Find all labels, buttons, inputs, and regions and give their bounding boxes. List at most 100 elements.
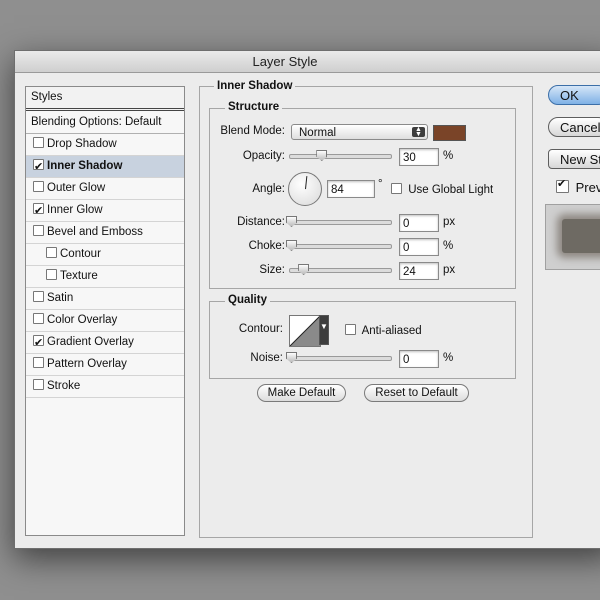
- style-item-gradient-overlay[interactable]: Gradient Overlay: [26, 332, 184, 354]
- style-item-stroke[interactable]: Stroke: [26, 376, 184, 398]
- size-slider-thumb[interactable]: [298, 264, 310, 275]
- style-item-checkbox[interactable]: [33, 332, 44, 353]
- anti-aliased-checkbox[interactable]: Anti-aliased: [345, 324, 422, 337]
- style-item-label: Drop Shadow: [47, 138, 117, 150]
- blend-mode-value: Normal: [299, 127, 337, 139]
- cancel-button[interactable]: Cancel: [548, 117, 600, 137]
- distance-slider[interactable]: [286, 216, 392, 227]
- blend-mode-select[interactable]: Normal ▲ ▼: [291, 124, 428, 140]
- distance-label: Distance:: [237, 216, 285, 228]
- structure-group: Structure Blend Mode: Normal ▲ ▼ Opacity:…: [209, 101, 516, 289]
- style-item-checkbox[interactable]: [46, 269, 57, 280]
- style-item-pattern-overlay[interactable]: Pattern Overlay: [26, 354, 184, 376]
- noise-unit: %: [443, 352, 454, 364]
- make-default-button[interactable]: Make Default: [257, 384, 346, 402]
- blending-options-item[interactable]: Blending Options: Default: [26, 111, 184, 134]
- style-item-label: Texture: [60, 270, 98, 282]
- angle-input[interactable]: 84: [327, 180, 375, 198]
- angle-label: Angle:: [252, 183, 285, 195]
- style-item-checkbox[interactable]: [33, 225, 44, 236]
- style-item-label: Bevel and Emboss: [47, 226, 143, 238]
- style-item-inner-shadow[interactable]: Inner Shadow: [26, 156, 184, 178]
- preview-swatch: [562, 219, 600, 253]
- distance-input[interactable]: 0: [399, 214, 439, 232]
- panel-title: Inner Shadow: [214, 80, 296, 92]
- preview-checkbox[interactable]: Preview: [556, 177, 600, 195]
- use-global-light-label: Use Global Light: [408, 184, 494, 196]
- choke-slider[interactable]: [286, 240, 392, 251]
- contour-label: Contour:: [238, 323, 283, 335]
- ok-button[interactable]: OK: [548, 85, 600, 105]
- choke-label: Choke:: [248, 240, 285, 252]
- title-bar[interactable]: Layer Style: [15, 51, 600, 73]
- style-item-checkbox[interactable]: [33, 379, 44, 390]
- style-item-drop-shadow[interactable]: Drop Shadow: [26, 134, 184, 156]
- shadow-color-swatch[interactable]: [433, 125, 466, 141]
- style-item-checkbox[interactable]: [33, 357, 44, 368]
- blend-mode-label: Blend Mode:: [220, 125, 285, 137]
- style-item-texture[interactable]: Texture: [26, 266, 184, 288]
- size-input[interactable]: 24: [399, 262, 439, 280]
- style-item-inner-glow[interactable]: Inner Glow: [26, 200, 184, 222]
- style-item-label: Outer Glow: [47, 182, 106, 194]
- size-unit: px: [443, 264, 456, 276]
- angle-dial-hand: [305, 176, 308, 190]
- style-item-checkbox[interactable]: [33, 137, 44, 148]
- style-item-label: Satin: [47, 292, 74, 304]
- opacity-slider[interactable]: [289, 150, 392, 161]
- style-item-color-overlay[interactable]: Color Overlay: [26, 310, 184, 332]
- window-title: Layer Style: [252, 54, 318, 69]
- style-item-label: Inner Shadow: [47, 160, 123, 172]
- style-item-bevel-and-emboss[interactable]: Bevel and Emboss: [26, 222, 184, 244]
- styles-list: Styles Blending Options: Default Drop Sh…: [25, 86, 185, 536]
- noise-slider-thumb[interactable]: [286, 352, 297, 363]
- size-label: Size:: [259, 264, 285, 276]
- style-item-label: Gradient Overlay: [47, 336, 134, 348]
- style-item-label: Pattern Overlay: [47, 358, 127, 370]
- style-item-satin[interactable]: Satin: [26, 288, 184, 310]
- noise-slider[interactable]: [286, 352, 392, 363]
- opacity-unit: %: [443, 150, 454, 162]
- angle-unit: °: [378, 178, 383, 190]
- style-item-label: Contour: [60, 248, 101, 260]
- opacity-slider-thumb[interactable]: [316, 150, 328, 161]
- select-arrows-icon: ▲ ▼: [412, 126, 425, 138]
- style-item-checkbox[interactable]: [33, 313, 44, 324]
- style-item-checkbox[interactable]: [33, 181, 44, 192]
- contour-curve-icon: [290, 316, 320, 346]
- size-slider[interactable]: [289, 264, 392, 275]
- use-global-light-box[interactable]: [391, 183, 402, 194]
- quality-title: Quality: [225, 294, 270, 306]
- style-item-outer-glow[interactable]: Outer Glow: [26, 178, 184, 200]
- styles-header[interactable]: Styles: [26, 87, 184, 111]
- noise-label: Noise:: [250, 352, 283, 364]
- angle-dial[interactable]: [288, 172, 322, 206]
- style-item-checkbox[interactable]: [33, 291, 44, 302]
- style-item-checkbox[interactable]: [46, 247, 57, 258]
- anti-aliased-box[interactable]: [345, 324, 356, 335]
- choke-unit: %: [443, 240, 454, 252]
- preview-box[interactable]: [556, 177, 569, 193]
- opacity-input[interactable]: 30: [399, 148, 439, 166]
- contour-picker[interactable]: [289, 315, 321, 347]
- opacity-label: Opacity:: [242, 150, 285, 162]
- noise-input[interactable]: 0: [399, 350, 439, 368]
- choke-slider-thumb[interactable]: [286, 240, 297, 251]
- distance-slider-thumb[interactable]: [286, 216, 297, 227]
- style-item-contour[interactable]: Contour: [26, 244, 184, 266]
- use-global-light-checkbox[interactable]: Use Global Light: [391, 183, 493, 196]
- style-item-checkbox[interactable]: [33, 156, 44, 177]
- style-item-label: Color Overlay: [47, 314, 118, 326]
- choke-input[interactable]: 0: [399, 238, 439, 256]
- layer-style-dialog: Layer Style Styles Blending Options: Def…: [14, 50, 600, 549]
- style-item-label: Stroke: [47, 380, 81, 392]
- style-item-checkbox[interactable]: [33, 200, 44, 221]
- style-preview-thumbnail: [545, 204, 600, 270]
- inner-shadow-panel: Inner Shadow Structure Blend Mode: Norma…: [199, 80, 533, 538]
- new-style-button[interactable]: New Style...: [548, 149, 600, 169]
- style-item-label: Inner Glow: [47, 204, 103, 216]
- anti-aliased-label: Anti-aliased: [361, 325, 422, 337]
- reset-to-default-button[interactable]: Reset to Default: [364, 384, 469, 402]
- contour-dropdown-icon[interactable]: ▼: [319, 315, 329, 345]
- preview-label: Preview: [575, 180, 600, 195]
